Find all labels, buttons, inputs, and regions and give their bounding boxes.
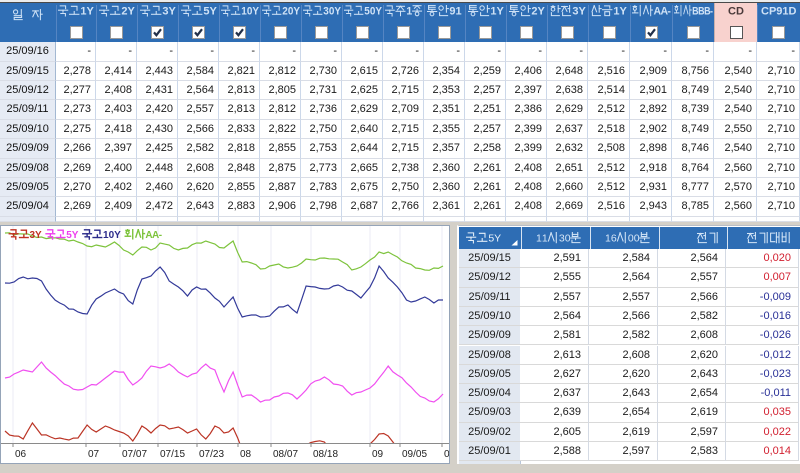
svg-text:07/23: 07/23 [199, 449, 224, 460]
svg-text:08: 08 [240, 449, 252, 460]
svg-text:AA-: AA- [653, 5, 671, 17]
svg-text:5Y: 5Y [66, 230, 79, 241]
svg-text:AA-: AA- [145, 230, 162, 241]
svg-text:30: 30 [559, 233, 571, 244]
svg-text:1Y: 1Y [80, 6, 94, 17]
svg-text:0: 0 [444, 449, 449, 460]
svg-text:30Y: 30Y [323, 6, 341, 17]
svg-text:CP91D: CP91D [761, 6, 796, 17]
svg-text:10Y: 10Y [241, 6, 259, 17]
svg-text:20Y: 20Y [282, 6, 300, 17]
svg-text:09: 09 [372, 449, 384, 460]
svg-text:3Y: 3Y [30, 230, 43, 241]
svg-text:1Y: 1Y [490, 6, 504, 17]
svg-text:06: 06 [15, 449, 27, 460]
svg-text:00: 00 [628, 233, 640, 244]
svg-text:CD: CD [728, 6, 744, 17]
svg-text:10Y: 10Y [103, 230, 121, 241]
svg-text:16: 16 [605, 233, 617, 244]
svg-text:2Y: 2Y [531, 6, 545, 17]
svg-text:08/18: 08/18 [313, 449, 338, 460]
svg-text:BBB-: BBB- [692, 6, 713, 17]
svg-text:08/07: 08/07 [273, 449, 298, 460]
svg-text:1: 1 [406, 5, 412, 17]
svg-text:91: 91 [449, 6, 461, 17]
svg-text:5Y: 5Y [488, 233, 501, 244]
svg-text:07/07: 07/07 [122, 449, 147, 460]
svg-text:11: 11 [536, 233, 548, 244]
svg-text:2Y: 2Y [121, 6, 135, 17]
svg-text:07: 07 [88, 449, 100, 460]
svg-text:09/05: 09/05 [402, 449, 427, 460]
svg-text:3Y: 3Y [162, 6, 176, 17]
svg-text:1Y: 1Y [613, 6, 627, 17]
svg-text:07/15: 07/15 [160, 449, 185, 460]
svg-text:5Y: 5Y [203, 6, 217, 17]
svg-text:50Y: 50Y [364, 6, 382, 17]
svg-text:3Y: 3Y [572, 6, 586, 17]
